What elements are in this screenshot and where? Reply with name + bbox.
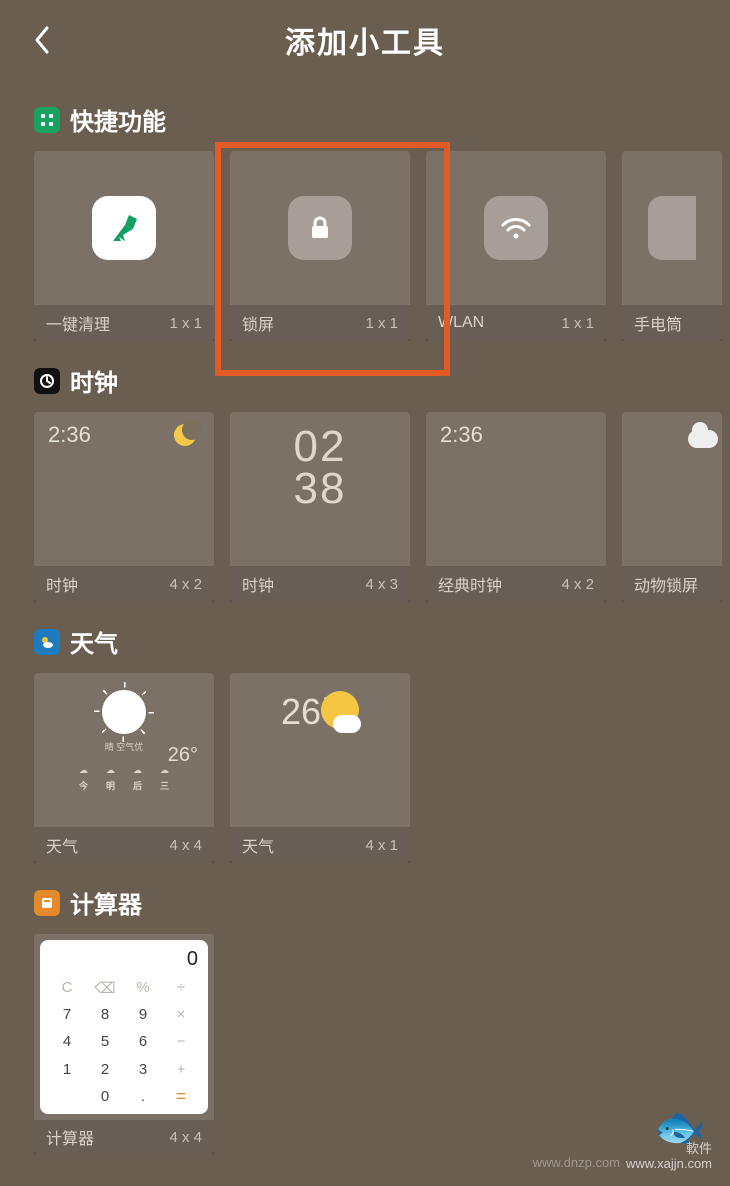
calc-key: ÷ xyxy=(164,976,198,999)
widget-dim: 4 x 1 xyxy=(365,837,398,854)
widget-card-clock-2[interactable]: 02 38 时钟 4 x 3 xyxy=(230,412,410,602)
calc-key: 1 xyxy=(50,1058,84,1081)
widget-label: 时钟 xyxy=(242,572,274,596)
calc-display: 0 xyxy=(50,948,198,976)
widget-label: 天气 xyxy=(242,833,274,857)
widget-card-clock-1[interactable]: 2:36 时钟 4 x 2 xyxy=(34,412,214,602)
widget-dim: 4 x 4 xyxy=(169,837,202,854)
widget-card-flashlight[interactable]: 手电筒 xyxy=(622,151,722,341)
section-title: 计算器 xyxy=(70,885,142,920)
calc-key: 5 xyxy=(88,1030,122,1053)
calc-key xyxy=(50,1085,84,1108)
widget-card-weather-1[interactable]: 晴 空气优 26° ☁今 ☁明 ☁后 ☁三 天气 4 x 4 xyxy=(34,673,214,863)
widget-dim: 1 x 1 xyxy=(561,315,594,332)
widget-dim: 1 x 1 xyxy=(365,315,398,332)
widget-dim: 4 x 4 xyxy=(169,1129,202,1146)
weather-temp: 26° xyxy=(168,744,198,767)
broom-icon xyxy=(92,196,156,260)
widget-label: 时钟 xyxy=(46,572,78,596)
calc-key: 8 xyxy=(88,1003,122,1026)
widget-dim: 4 x 3 xyxy=(365,576,398,593)
section-clock: 时钟 2:36 时钟 4 x 2 02 38 时钟 4 x 3 2 xyxy=(0,363,730,602)
calc-key: 3 xyxy=(126,1058,160,1081)
section-weather: 天气 晴 空气优 26° ☁今 ☁明 ☁后 ☁三 天气 4 x 4 26℃ xyxy=(0,624,730,863)
sun-icon xyxy=(102,690,146,734)
clock-big-top: 02 xyxy=(294,426,347,468)
widget-label: 计算器 xyxy=(46,1125,94,1149)
wifi-icon xyxy=(484,196,548,260)
widget-label: 天气 xyxy=(46,833,78,857)
calc-key: 9 xyxy=(126,1003,160,1026)
flashlight-icon xyxy=(648,196,696,260)
chevron-left-icon xyxy=(33,25,51,55)
cloud-icon xyxy=(688,430,718,448)
calc-key: × xyxy=(164,1003,198,1026)
calc-key: 2 xyxy=(88,1058,122,1081)
clock-icon xyxy=(34,368,60,394)
sun-cloud-icon xyxy=(321,691,359,729)
lock-icon xyxy=(288,196,352,260)
weather-temp: 26℃ xyxy=(281,691,321,733)
widget-card-weather-2[interactable]: 26℃ 天气 4 x 1 xyxy=(230,673,410,863)
widget-card-lock[interactable]: 锁屏 1 x 1 xyxy=(230,151,410,341)
forecast-row: ☁今 ☁明 ☁后 ☁三 xyxy=(79,765,169,792)
moon-icon xyxy=(174,424,196,446)
widget-dim: 4 x 2 xyxy=(169,576,202,593)
calc-key: ⌫ xyxy=(88,976,122,999)
calc-icon xyxy=(34,890,60,916)
widget-label: 锁屏 xyxy=(242,311,274,335)
calc-key: − xyxy=(164,1030,198,1053)
widget-card-clock-4[interactable]: 动物锁屏 xyxy=(622,412,722,602)
section-calc: 计算器 0 C⌫%÷ 789× 456− 123+0.= 计算器 4 x 4 xyxy=(0,885,730,1154)
widget-card-calc[interactable]: 0 C⌫%÷ 789× 456− 123+0.= 计算器 4 x 4 xyxy=(34,934,214,1154)
widget-card-wlan[interactable]: WLAN 1 x 1 xyxy=(426,151,606,341)
widget-label: 一键清理 xyxy=(46,311,110,335)
widget-label: 动物锁屏 xyxy=(634,572,698,596)
back-button[interactable] xyxy=(22,20,62,60)
calc-key: 0 xyxy=(88,1085,122,1108)
widget-dim: 1 x 1 xyxy=(169,315,202,332)
clock-time: 2:36 xyxy=(440,422,483,448)
calc-key: . xyxy=(126,1085,160,1108)
grid-icon xyxy=(34,107,60,133)
widget-label: 经典时钟 xyxy=(438,572,502,596)
calc-key: % xyxy=(126,976,160,999)
widget-card-clean[interactable]: 一键清理 1 x 1 xyxy=(34,151,214,341)
calc-key: = xyxy=(164,1085,198,1108)
weather-icon xyxy=(34,629,60,655)
header-bar: 添加小工具 xyxy=(0,0,730,80)
section-title: 时钟 xyxy=(70,363,118,398)
calc-key: 6 xyxy=(126,1030,160,1053)
section-title: 快捷功能 xyxy=(70,102,166,137)
clock-big-bot: 38 xyxy=(294,468,347,510)
page-title: 添加小工具 xyxy=(0,18,730,62)
widget-label: WLAN xyxy=(438,314,484,332)
clock-time: 2:36 xyxy=(48,422,91,448)
widget-label: 手电筒 xyxy=(634,311,682,335)
section-title: 天气 xyxy=(70,624,118,659)
calc-key: C xyxy=(50,976,84,999)
calc-key: 7 xyxy=(50,1003,84,1026)
calc-key: 4 xyxy=(50,1030,84,1053)
watermark-text-2: www.dnzp.com xyxy=(533,1155,620,1170)
widget-card-clock-3[interactable]: 2:36 经典时钟 4 x 2 xyxy=(426,412,606,602)
calculator-preview: 0 C⌫%÷ 789× 456− 123+0.= xyxy=(40,940,208,1114)
section-quick: 快捷功能 一键清理 1 x 1 锁屏 1 x 1 xyxy=(0,102,730,341)
widget-dim: 4 x 2 xyxy=(561,576,594,593)
calc-key: + xyxy=(164,1058,198,1081)
